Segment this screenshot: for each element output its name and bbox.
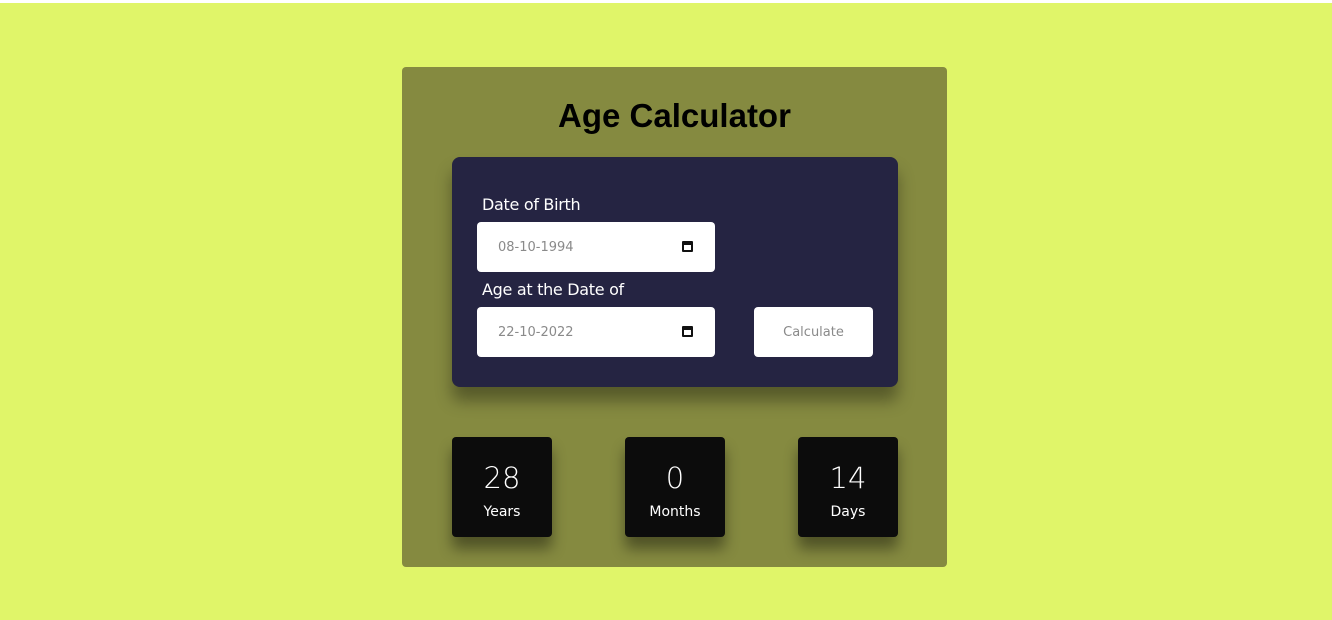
result-years-box: 28 Years — [452, 437, 552, 537]
months-value: 0 — [665, 461, 685, 495]
calculator-panel: Age Calculator Date of Birth 08-10-1994 … — [402, 67, 947, 567]
page-title: Age Calculator — [558, 97, 791, 134]
date-of-birth-label: Date of Birth — [482, 195, 581, 214]
years-value: 28 — [483, 461, 521, 495]
age-at-date-input[interactable]: 22-10-2022 — [477, 307, 715, 357]
age-at-date-value: 22-10-2022 — [498, 324, 574, 340]
calendar-icon[interactable] — [682, 241, 693, 252]
calendar-icon[interactable] — [682, 326, 693, 337]
days-value: 14 — [829, 461, 867, 495]
date-of-birth-value: 08-10-1994 — [498, 239, 574, 255]
calculate-button[interactable]: Calculate — [754, 307, 873, 357]
result-days-box: 14 Days — [798, 437, 898, 537]
days-label: Days — [830, 504, 866, 520]
months-label: Months — [649, 504, 701, 520]
input-card: Date of Birth 08-10-1994 Age at the Date… — [452, 157, 898, 387]
top-border — [0, 0, 1332, 3]
date-of-birth-input[interactable]: 08-10-1994 — [477, 222, 715, 272]
age-at-date-label: Age at the Date of — [482, 280, 624, 299]
years-label: Years — [483, 504, 521, 520]
result-months-box: 0 Months — [625, 437, 725, 537]
